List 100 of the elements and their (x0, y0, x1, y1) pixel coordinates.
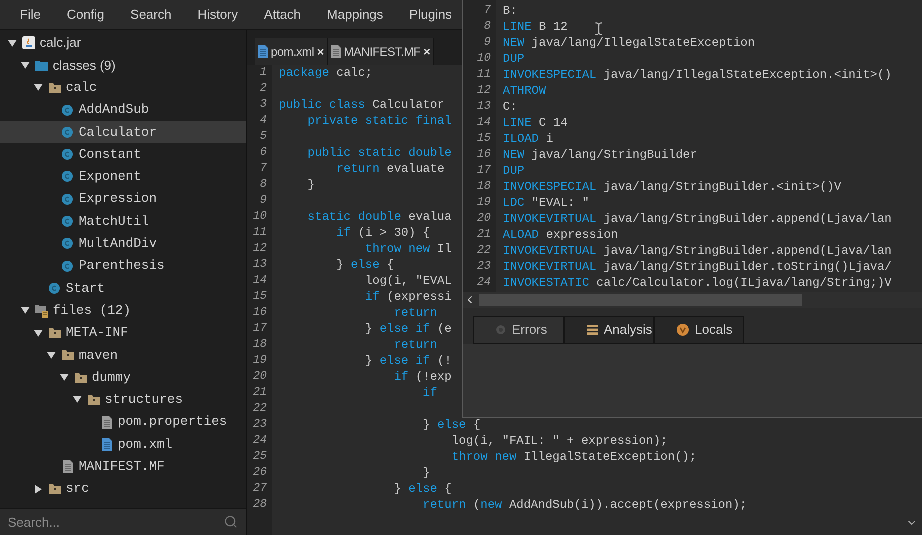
code-line: } else if (! (364, 353, 452, 370)
panel-tab[interactable]: Errors (473, 316, 564, 344)
horizontal-scrollbar[interactable] (463, 292, 922, 308)
search-icon[interactable] (224, 515, 238, 529)
code-line: INVOKESPECIAL java/lang/IllegalStateException.<init>() (503, 67, 892, 84)
code-line: throw new Il (364, 241, 452, 258)
code-line: INVOKESTATIC calc/Calculator.log(ILjava/lang/String;)V (503, 275, 892, 292)
class-icon (62, 238, 73, 250)
tree-item[interactable]: MatchUtil (0, 210, 246, 233)
error-icon (496, 325, 506, 335)
code-line: C: (503, 99, 518, 116)
line-number: 6 (259, 145, 267, 162)
tree-item[interactable]: MultAndDiv (0, 232, 246, 255)
expanded-arrow-icon[interactable] (34, 328, 43, 338)
code-line: ALOAD expression (503, 227, 618, 244)
search-field[interactable]: Search... (0, 508, 246, 535)
tree-item[interactable]: Exponent (0, 166, 246, 188)
expanded-arrow-icon[interactable] (21, 60, 30, 70)
class-icon (62, 171, 73, 182)
code-line: throw new IllegalStateException(); (450, 449, 697, 466)
line-number: 11 (476, 67, 491, 84)
tree-item[interactable]: META-INF (0, 322, 246, 344)
expanded-arrow-icon[interactable] (34, 83, 43, 92)
folder-icon (62, 350, 74, 360)
editor-tab[interactable]: MANIFEST.MF × (328, 38, 434, 65)
folder-icon (88, 394, 100, 405)
editor-tab[interactable]: pom.xml × (255, 38, 328, 65)
line-number: 16 (252, 305, 267, 322)
line-number: 23 (476, 259, 491, 276)
line-number: 23 (252, 417, 267, 434)
tree-item[interactable]: pom.xml (0, 433, 246, 456)
menu-item[interactable]: Attach (264, 4, 302, 24)
tree-item[interactable]: src (0, 478, 246, 500)
class-icon (62, 104, 73, 116)
line-number: 24 (476, 275, 491, 292)
expanded-arrow-icon[interactable] (47, 350, 56, 360)
tree-item[interactable]: Parenthesis (0, 254, 246, 278)
class-icon (62, 216, 73, 228)
line-number: 7 (483, 3, 491, 20)
code-line: if (!exp (393, 369, 452, 386)
expanded-arrow-icon[interactable] (60, 373, 69, 382)
code-line: return (new AddAndSub(i)).accept(expression); (422, 497, 748, 514)
menu-item[interactable]: Search (130, 4, 172, 24)
tree-item[interactable]: Start (0, 277, 246, 300)
close-button[interactable]: × (317, 42, 324, 60)
folder-icon (48, 82, 60, 93)
code-line: } (306, 177, 316, 194)
expanded-arrow-icon[interactable] (8, 38, 17, 48)
line-number: 15 (476, 131, 491, 148)
line-number: 7 (259, 161, 267, 178)
menu-item[interactable]: History (198, 4, 238, 24)
folder-icon (48, 328, 60, 338)
line-number: 13 (476, 99, 491, 116)
code-line: DUP (503, 51, 525, 68)
line-number: 21 (476, 227, 491, 244)
code-line: NEW java/lang/IllegalStateException (503, 35, 756, 52)
class-icon (49, 282, 60, 294)
code-line: return (393, 337, 438, 354)
code-line: INVOKESPECIAL java/lang/StringBuilder.<init>()V (503, 179, 842, 196)
tree-item[interactable]: AddAndSub (0, 98, 246, 122)
tab-label: Locals (695, 321, 733, 340)
menu-item[interactable]: Plugins (409, 4, 452, 24)
files-icon (34, 304, 48, 318)
tree-item[interactable]: files (12) (0, 300, 246, 322)
panel-tab[interactable]: Analysis (564, 316, 654, 344)
tree-item[interactable]: pom.properties (0, 411, 246, 434)
tree-item[interactable]: calc (0, 76, 246, 99)
tree-item[interactable]: Constant (0, 143, 246, 166)
tree-item[interactable]: MANIFEST.MF (0, 456, 246, 478)
code-line: } else if (e (364, 321, 452, 338)
collapsed-arrow-icon[interactable] (34, 484, 43, 494)
code-line: LDC "EVAL: " (503, 195, 590, 212)
line-number: 13 (252, 257, 267, 274)
tree-item[interactable]: structures (0, 388, 246, 412)
code-line: log(i, "FAIL: " + expression); (450, 433, 668, 450)
code-line: LINE C 14 (503, 115, 568, 132)
expanded-arrow-icon[interactable] (21, 306, 30, 316)
tree-item[interactable]: Expression (0, 188, 246, 210)
scrollbar-thumb[interactable] (479, 294, 802, 306)
menu-item[interactable]: Mappings (327, 4, 384, 24)
menu-item[interactable]: Config (66, 4, 105, 24)
code-line: package calc; (279, 65, 373, 82)
code-line: static double evalua (306, 209, 452, 226)
tree-item[interactable]: Calculator (0, 121, 246, 144)
line-number: 2 (259, 81, 267, 98)
code-line: log(i, "EVAL (364, 273, 452, 290)
jar-file-icon (22, 36, 36, 50)
tree-item[interactable]: dummy (0, 366, 246, 389)
expanded-arrow-icon[interactable] (73, 395, 82, 404)
code-line: if (422, 385, 438, 402)
close-button[interactable]: × (424, 42, 430, 60)
folder-icon (35, 60, 48, 71)
panel-tab[interactable]: Locals (654, 316, 744, 344)
line-number: 22 (476, 243, 491, 260)
line-number: 1 (259, 65, 267, 82)
menu-item[interactable]: File (20, 4, 41, 24)
tree-item[interactable]: calc.jar (0, 32, 246, 54)
tree-item[interactable]: maven (0, 344, 246, 366)
line-number: 12 (252, 241, 267, 258)
tree-item[interactable]: classes (9) (0, 54, 246, 77)
